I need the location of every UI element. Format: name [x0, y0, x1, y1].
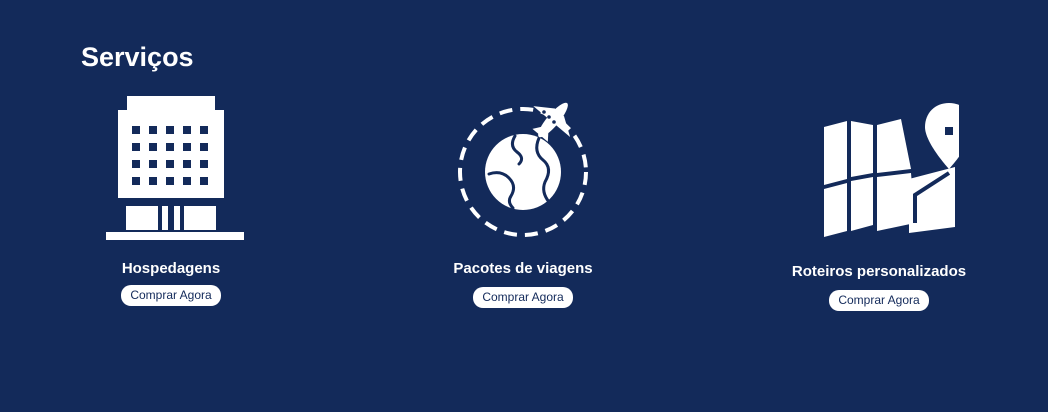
buy-now-button[interactable]: Comprar Agora [829, 290, 929, 311]
buy-now-button[interactable]: Comprar Agora [473, 287, 573, 308]
service-card-hospedagens: Hospedagens Comprar Agora [91, 94, 251, 306]
map-pin-icon [824, 103, 959, 237]
section-title: Serviços [81, 42, 194, 72]
hotel-building-icon [106, 96, 244, 240]
service-card-roteiros-personalizados: Roteiros personalizados Comprar Agora [779, 103, 979, 311]
card-title: Hospedagens [121, 260, 221, 277]
card-title: Roteiros personalizados [791, 263, 967, 280]
service-card-pacotes-de-viagens: Pacotes de viagens Comprar Agora [423, 98, 623, 308]
globe-airplane-icon [458, 102, 588, 237]
buy-now-button[interactable]: Comprar Agora [121, 285, 221, 306]
card-title: Pacotes de viagens [453, 260, 593, 277]
